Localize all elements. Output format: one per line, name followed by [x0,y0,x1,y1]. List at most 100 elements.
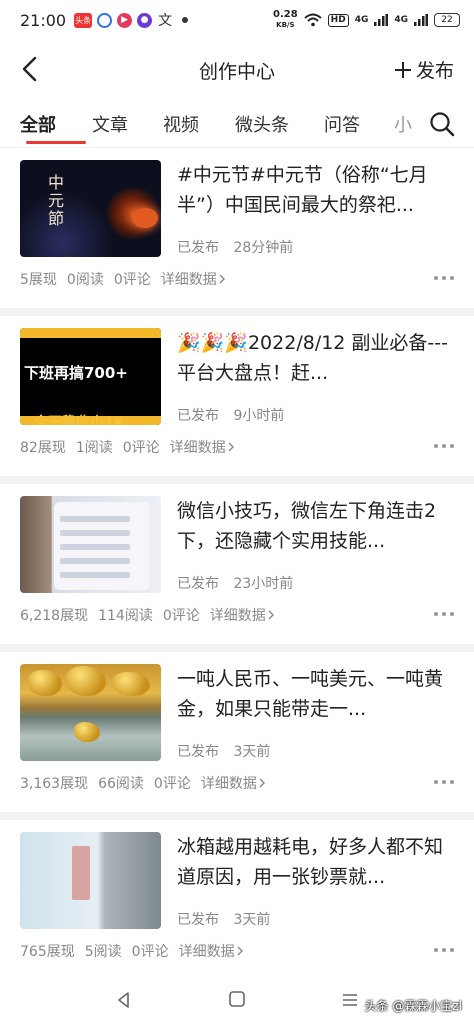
publish-status: 已发布 [177,912,219,928]
more-options-icon[interactable] [434,780,454,786]
network-speed-value: 0.28 [272,9,298,20]
hd-voice-badge: HD [327,13,349,27]
system-home-icon[interactable] [228,990,246,1008]
thumbnail-text-bottom: 全天稳收小1K [34,415,125,425]
thumbnail-yellow-band [20,328,161,338]
back-arrow-icon[interactable] [16,54,46,84]
detail-data-label: 详细数据 [160,272,217,288]
gold-nugget-graphic [28,670,62,696]
thumbnail-calligraphy: 中元節 [48,173,65,228]
banknote-graphic [72,846,90,900]
status-time: 21:00 [20,10,67,30]
article-status-line: 已发布 3天前 [177,741,270,761]
article-title: 微信小技巧，微信左下角连击2下，还隐藏个实用技能... [177,500,437,552]
status-right: 0.28 KB/S HD 4G 4G 22 [273,10,460,30]
search-icon[interactable] [428,110,456,138]
comments-count: 0评论 [162,608,200,624]
reads-count: 114阅读 [98,608,153,624]
tab-mini-truncated[interactable]: 小 [394,100,414,148]
lantern-graphic [132,208,158,228]
article-stats: 6,218展现 114阅读 0评论 详细数据 [20,605,276,625]
article-title: #中元节#中元节（俗称“七月半”）中国民间最大的祭祀... [177,164,428,216]
more-options-icon[interactable] [434,444,454,450]
comments-count: 0评论 [153,776,191,792]
detail-data-link[interactable]: 详细数据 [170,437,236,457]
category-tab-bar: 全部 文章 视频 微头条 问答 小 [0,100,474,148]
publish-button[interactable]: 发布 [394,56,454,83]
system-navigation-bar: 头条 @霖霖小宝zl [0,980,474,1027]
more-options-icon[interactable] [434,276,454,282]
reads-count: 5阅读 [84,944,122,960]
impressions-count: 765展现 [20,944,75,960]
article-item[interactable]: 一吨人民币、一吨美元、一吨黄金，如果只能带走一... 已发布 3天前 3,163… [0,652,474,820]
chat-row-graphic [60,516,130,522]
article-list: 中元節 #中元节#中元节（俗称“七月半”）中国民间最大的祭祀... 已发布 28… [0,148,474,988]
detail-data-link[interactable]: 详细数据 [201,773,267,793]
browser-app-icon [97,12,113,28]
toutiao-app-icon: 头条 [74,12,93,28]
video-app-icon: ▶ [117,12,133,28]
chat-row-graphic [60,530,130,536]
gold-nugget-graphic [74,722,100,742]
article-stats: 765展现 5阅读 0评论 详细数据 [20,941,245,961]
article-title: 一吨人民币、一吨美元、一吨黄金，如果只能带走一... [177,668,444,720]
tab-micro-posts[interactable]: 微头条 [235,100,324,148]
translate-app-icon: 文 [158,13,173,29]
article-stats: 82展现 1阅读 0评论 详细数据 [20,437,236,457]
system-menu-icon[interactable] [340,990,360,1010]
chat-row-graphic [60,558,130,564]
impressions-count: 82展现 [20,440,66,456]
signal-bars-icon [374,14,389,26]
detail-data-link[interactable]: 详细数据 [161,269,227,289]
article-thumbnail: 下班再搞700+ 全天稳收小1K [20,328,161,425]
article-thumbnail: 中元節 [20,160,161,257]
detail-data-label: 详细数据 [209,608,266,624]
publish-time: 3天前 [233,744,271,760]
article-stats: 5展现 0阅读 0评论 详细数据 [20,269,227,289]
tab-all[interactable]: 全部 [20,100,92,148]
article-item[interactable]: 中元節 #中元节#中元节（俗称“七月半”）中国民间最大的祭祀... 已发布 28… [0,148,474,316]
gold-nugget-graphic [66,666,106,696]
tab-videos[interactable]: 视频 [163,100,235,148]
chat-row-graphic [60,572,130,578]
chevron-right-icon [228,442,234,452]
more-options-icon[interactable] [434,612,454,618]
detail-data-label: 详细数据 [200,776,257,792]
detail-data-link[interactable]: 详细数据 [179,941,245,961]
reads-count: 0阅读 [66,272,104,288]
detail-data-label: 详细数据 [169,440,226,456]
publish-status: 已发布 [177,240,219,256]
article-item[interactable]: 微信小技巧，微信左下角连击2下，还隐藏个实用技能... 已发布 23小时前 6,… [0,484,474,652]
more-notifications-dot-icon [182,17,189,23]
publish-time: 9小时前 [233,408,285,424]
tab-qa[interactable]: 问答 [324,100,394,148]
article-title: 🎉🎉🎉2022/8/12 副业必备---平台大盘点！赶... [177,332,449,384]
publish-status: 已发布 [177,744,219,760]
article-thumbnail [20,496,161,593]
more-options-icon[interactable] [434,948,454,954]
category-tabs: 全部 文章 视频 微头条 问答 小 [20,100,414,148]
plus-icon [394,61,411,78]
comments-count: 0评论 [131,944,169,960]
impressions-count: 5展现 [20,272,57,288]
publish-time: 23小时前 [233,576,294,592]
impressions-count: 6,218展现 [20,608,89,624]
article-status-line: 已发布 23小时前 [177,573,293,593]
publish-time: 3天前 [233,912,271,928]
chat-row-graphic [60,544,130,550]
article-stats: 3,163展现 66阅读 0评论 详细数据 [20,773,267,793]
article-status-line: 已发布 3天前 [177,909,270,929]
detail-data-link[interactable]: 详细数据 [210,605,276,625]
system-back-icon[interactable] [114,990,134,1010]
comments-count: 0评论 [122,440,160,456]
watermark-text: 头条 @霖霖小宝zl [364,999,462,1013]
chevron-right-icon [219,274,225,284]
publish-status: 已发布 [177,408,219,424]
signal-bars-icon [414,14,428,26]
article-item[interactable]: 冰箱越用越耗电，好多人都不知道原因，用一张钞票就... 已发布 3天前 765展… [0,820,474,988]
article-item[interactable]: 下班再搞700+ 全天稳收小1K 🎉🎉🎉2022/8/12 副业必备---平台大… [0,316,474,484]
article-thumbnail [20,832,161,929]
publish-status: 已发布 [177,576,219,592]
tab-articles[interactable]: 文章 [92,100,163,148]
network-speed: 0.28 KB/S [273,10,298,30]
